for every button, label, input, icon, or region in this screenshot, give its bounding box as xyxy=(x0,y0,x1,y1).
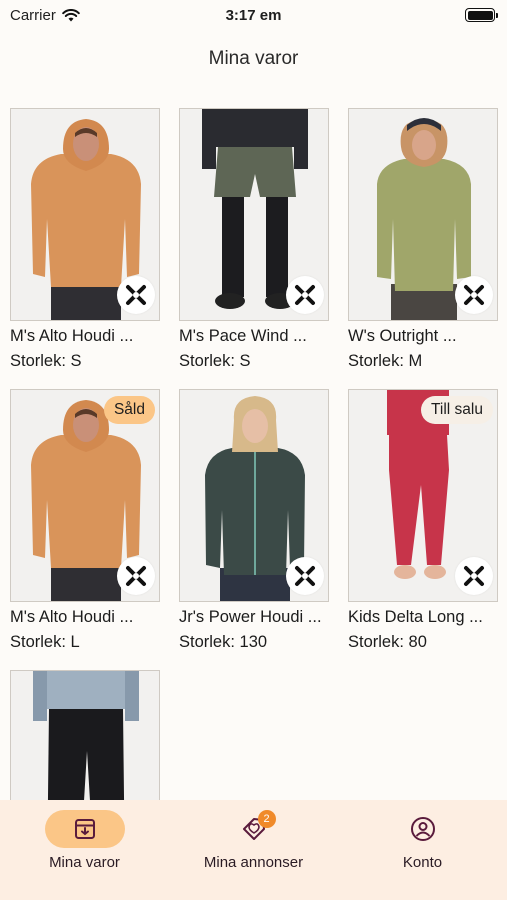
nav-icon-highlight xyxy=(44,810,125,848)
product-size: Storlek: 130 xyxy=(179,633,268,651)
product-image[interactable] xyxy=(348,108,498,321)
houdini-logo-icon xyxy=(295,285,315,305)
battery-icon xyxy=(465,8,498,22)
archive-box-icon xyxy=(74,819,95,839)
product-image[interactable] xyxy=(10,108,160,321)
product-image[interactable] xyxy=(179,389,329,602)
product-card[interactable]: M's Pace Wind ... Storlek: S xyxy=(179,108,329,371)
brand-logo-badge xyxy=(117,276,155,314)
notification-count-badge: 2 xyxy=(257,810,276,828)
status-bar: Carrier 3:17 em xyxy=(0,0,507,30)
product-name: M's Alto Houdi ... xyxy=(10,608,134,626)
product-image[interactable]: Såld xyxy=(10,389,160,602)
product-size: Storlek: 80 xyxy=(348,633,427,651)
nav-tab-mina-varor[interactable]: Mina varor xyxy=(5,810,165,900)
carrier-info: Carrier xyxy=(10,7,80,24)
nav-label: Konto xyxy=(402,854,443,871)
bottom-nav: Mina varor 2 Mina annonser Konto xyxy=(0,800,507,900)
product-size: Storlek: S xyxy=(10,352,82,370)
brand-logo-badge xyxy=(455,276,493,314)
user-circle-icon xyxy=(410,817,435,841)
nav-label: Mina varor xyxy=(49,854,120,871)
brand-logo-badge xyxy=(286,557,324,595)
product-size: Storlek: S xyxy=(179,352,251,370)
nav-icon-wrap xyxy=(383,810,463,848)
product-name: W's Outright ... xyxy=(348,327,457,345)
houdini-logo-icon xyxy=(464,285,484,305)
product-card[interactable]: W's Outright ... Storlek: M xyxy=(348,108,498,371)
wifi-icon xyxy=(62,8,80,21)
nav-label: Mina annonser xyxy=(203,854,304,871)
product-image[interactable]: Till salu xyxy=(348,389,498,602)
brand-logo-badge xyxy=(286,276,324,314)
houdini-logo-icon xyxy=(464,566,484,586)
product-image[interactable] xyxy=(179,108,329,321)
page-title: Mina varor xyxy=(208,48,299,69)
product-size: Storlek: L xyxy=(10,633,80,651)
carrier-label: Carrier xyxy=(10,6,56,24)
product-card[interactable]: Jr's Power Houdi ... Storlek: 130 xyxy=(179,389,329,652)
product-name: M's Pace Wind ... xyxy=(179,327,307,345)
brand-logo-badge xyxy=(455,557,493,595)
nav-tab-mina-annonser[interactable]: 2 Mina annonser xyxy=(174,810,334,900)
product-name: Jr's Power Houdi ... xyxy=(179,608,322,626)
nav-icon-wrap: 2 xyxy=(214,810,294,848)
houdini-logo-icon xyxy=(126,285,146,305)
product-card[interactable]: Till salu Kids Delta Long ... Storlek: 8… xyxy=(348,389,498,652)
nav-tab-konto[interactable]: Konto xyxy=(343,810,503,900)
houdini-logo-icon xyxy=(126,566,146,586)
product-card[interactable]: M's Alto Houdi ... Storlek: S xyxy=(10,108,160,371)
product-name: M's Alto Houdi ... xyxy=(10,327,134,345)
status-badge: Såld xyxy=(103,396,155,424)
product-card[interactable]: Såld M's Alto Houdi ... Storlek: L xyxy=(10,389,160,652)
status-badge: Till salu xyxy=(421,396,493,424)
houdini-logo-icon xyxy=(295,566,315,586)
product-name: Kids Delta Long ... xyxy=(348,608,483,626)
brand-logo-badge xyxy=(117,557,155,595)
product-size: Storlek: M xyxy=(348,352,423,370)
